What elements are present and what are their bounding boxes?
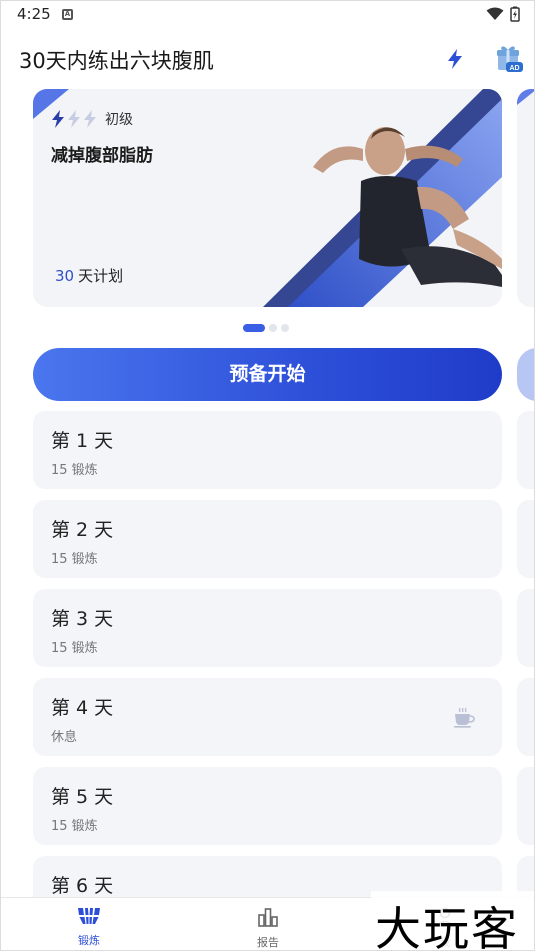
wifi-icon — [486, 7, 504, 20]
status-icons — [486, 6, 520, 22]
day-subtitle: 15 锻炼 — [51, 819, 98, 834]
start-button[interactable]: 预备开始 — [33, 348, 502, 401]
plan-card[interactable]: 初级 减掉腹部脂肪 30 天计划 — [33, 89, 502, 307]
carousel-dot — [281, 324, 289, 332]
workout-icon — [78, 908, 100, 924]
nav-tab-report[interactable]: 报告 — [238, 906, 298, 950]
plan-days-suffix: 天计划 — [78, 267, 124, 285]
day-title: 第 5 天 — [51, 786, 114, 808]
day-subtitle: 15 锻炼 — [51, 552, 98, 567]
carousel-dot — [269, 324, 277, 332]
battery-icon — [510, 6, 520, 22]
day-card-1[interactable]: 第 1 天 15 锻炼 — [33, 411, 502, 489]
day-subtitle: 15 锻炼 — [51, 641, 98, 656]
day-card-5[interactable]: 第 5 天 15 锻炼 — [33, 767, 502, 845]
carousel-indicator — [243, 324, 289, 332]
plan-duration: 30 天计划 — [55, 265, 123, 286]
lightning-bolt-icon[interactable] — [443, 47, 467, 71]
watermark: 大玩客 — [375, 902, 519, 951]
page-title: 30天内练出六块腹肌 — [19, 49, 214, 73]
day-title: 第 3 天 — [51, 608, 114, 630]
day-card-4[interactable]: 第 4 天 休息 — [33, 678, 502, 756]
ad-badge: AD — [509, 65, 519, 72]
plan-days-number: 30 — [55, 267, 75, 285]
level-bolt-icon — [52, 110, 64, 128]
gift-ad-icon[interactable]: AD — [494, 43, 524, 73]
day-subtitle: 休息 — [51, 730, 78, 745]
coffee-cup-icon — [454, 707, 475, 728]
level-bolt-icon — [84, 110, 96, 128]
next-plan-card[interactable] — [517, 89, 534, 307]
day-card-peek — [517, 500, 534, 578]
day-card-3[interactable]: 第 3 天 15 锻炼 — [33, 589, 502, 667]
status-bar: 4:25 A — [1, 1, 534, 29]
level-bolt-icon — [68, 110, 80, 128]
app-screen: 4:25 A 30天内练出六块腹肌 AD 初级 减掉腹部脂肪 30 天计划 预备… — [0, 0, 535, 951]
nav-tab-workout[interactable]: 锻炼 — [59, 906, 119, 948]
next-card-graphic — [517, 89, 534, 105]
day-subtitle: 15 锻炼 — [51, 463, 98, 478]
plan-title: 减掉腹部脂肪 — [51, 146, 153, 166]
day-card-peek — [517, 589, 534, 667]
report-chart-icon — [258, 908, 278, 927]
level-label: 初级 — [105, 112, 133, 128]
next-start-button[interactable] — [517, 348, 534, 401]
day-card-peek — [517, 678, 534, 756]
day-card-peek — [517, 411, 534, 489]
day-title: 第 4 天 — [51, 697, 114, 719]
carousel-dot-active — [243, 324, 265, 332]
day-title: 第 1 天 — [51, 430, 114, 452]
notification-a-icon: A — [62, 9, 73, 20]
day-title: 第 2 天 — [51, 519, 114, 541]
status-time: 4:25 — [17, 5, 51, 23]
nav-label-report: 报告 — [257, 936, 279, 949]
day-card-2[interactable]: 第 2 天 15 锻炼 — [33, 500, 502, 578]
nav-label-workout: 锻炼 — [78, 934, 100, 947]
difficulty-level: 初级 — [51, 109, 133, 129]
day-title: 第 6 天 — [51, 875, 114, 897]
day-card-peek — [517, 767, 534, 845]
